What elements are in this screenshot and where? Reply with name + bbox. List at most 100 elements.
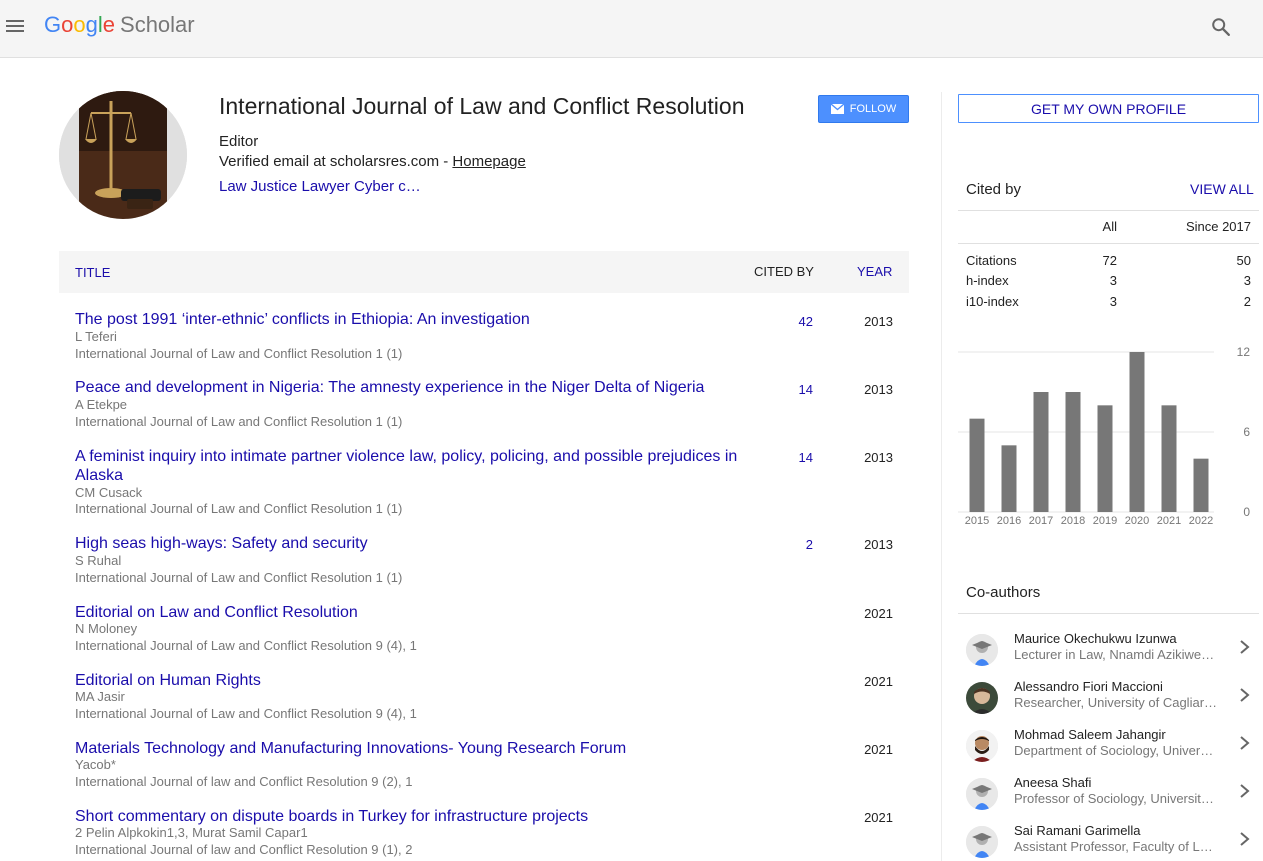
coauthor-name: Mohmad Saleem Jahangir <box>1014 727 1166 742</box>
table-row: Peace and development in Nigeria: The am… <box>59 378 909 438</box>
research-interests-link[interactable]: Law Justice Lawyer Cyber c… <box>219 178 421 195</box>
chart-bar-2022[interactable] <box>1193 458 1209 512</box>
article-title-link[interactable]: Short commentary on dispute boards in Tu… <box>75 807 755 826</box>
article-year: 2013 <box>864 537 893 552</box>
coauthor-item[interactable]: Mohmad Saleem Jahangir Department of Soc… <box>958 725 1259 771</box>
article-venue: International Journal of Law and Conflic… <box>75 501 403 516</box>
coauthor-affiliation: Lecturer in Law, Nnamdi Azikiwe… <box>1014 647 1215 662</box>
chart-bar-2017[interactable] <box>1033 392 1049 512</box>
top-bar: Google Scholar <box>0 0 1263 58</box>
envelope-icon <box>830 104 844 114</box>
article-authors: A Etekpe <box>75 397 128 412</box>
get-my-own-profile-button[interactable]: GET MY OWN PROFILE <box>958 94 1259 123</box>
logo-letter: G <box>44 12 62 37</box>
divider <box>958 210 1259 211</box>
search-icon[interactable] <box>1210 16 1232 38</box>
article-authors: L Teferi <box>75 329 117 344</box>
follow-button[interactable]: FOLLOW <box>818 95 909 123</box>
article-authors: MA Jasir <box>75 689 125 704</box>
article-title-link[interactable]: The post 1991 ‘inter-ethnic’ conflicts i… <box>75 310 755 329</box>
sort-by-title[interactable]: TITLE <box>75 265 110 280</box>
chart-bar-2016[interactable] <box>1001 445 1017 512</box>
article-year: 2021 <box>864 606 893 621</box>
table-row: High seas high-ways: Safety and security… <box>59 534 909 594</box>
coauthor-item[interactable]: Alessandro Fiori Maccioni Researcher, Un… <box>958 677 1259 723</box>
profile-avatar <box>59 91 187 219</box>
sort-by-cited[interactable]: CITED BY <box>754 264 814 279</box>
photo-avatar-icon <box>966 682 998 714</box>
article-title-link[interactable]: High seas high-ways: Safety and security <box>75 534 755 553</box>
article-venue: International Journal of Law and Conflic… <box>75 706 417 721</box>
profile-name: International Journal of Law and Conflic… <box>219 93 745 119</box>
article-venue: International Journal of Law and Conflic… <box>75 570 403 585</box>
chart-bar-2020[interactable] <box>1129 352 1145 512</box>
stat-all: 3 <box>1109 273 1117 288</box>
coauthor-name: Alessandro Fiori Maccioni <box>1014 679 1163 694</box>
chevron-right-icon <box>1240 688 1250 702</box>
hamburger-menu-icon[interactable] <box>6 17 26 35</box>
article-title-link[interactable]: Materials Technology and Manufacturing I… <box>75 739 755 758</box>
logo-letter: o <box>73 12 86 37</box>
table-row: The post 1991 ‘inter-ethnic’ conflicts i… <box>59 310 909 370</box>
coauthor-item[interactable]: Maurice Okechukwu Izunwa Lecturer in Law… <box>958 629 1259 675</box>
cited-by-count[interactable]: 2 <box>759 537 813 552</box>
coauthor-name: Sai Ramani Garimella <box>1014 823 1141 838</box>
stat-label: i10-index <box>966 294 1019 309</box>
stat-label: Citations <box>966 253 1017 268</box>
cited-by-heading: Cited by <box>966 181 1022 198</box>
coauthor-affiliation: Professor of Sociology, Universit… <box>1014 791 1214 806</box>
article-title-link[interactable]: A feminist inquiry into intimate partner… <box>75 447 755 485</box>
article-year: 2021 <box>864 810 893 825</box>
verified-email-text: Verified email at scholarsres.com - <box>219 153 453 170</box>
x-tick-label: 2019 <box>1093 515 1117 527</box>
chevron-right-icon <box>1240 736 1250 750</box>
article-venue: International Journal of law and Conflic… <box>75 842 413 857</box>
cited-by-count[interactable]: 42 <box>759 314 813 329</box>
article-year: 2013 <box>864 314 893 329</box>
coauthor-name: Maurice Okechukwu Izunwa <box>1014 631 1177 646</box>
table-row: Editorial on Law and Conflict Resolution… <box>59 603 909 663</box>
article-authors: S Ruhal <box>75 553 122 568</box>
article-title-link[interactable]: Editorial on Human Rights <box>75 671 755 690</box>
x-tick-label: 2016 <box>997 515 1021 527</box>
article-venue: International Journal of Law and Conflic… <box>75 346 403 361</box>
coauthor-item[interactable]: Aneesa Shafi Professor of Sociology, Uni… <box>958 773 1259 819</box>
x-tick-label: 2020 <box>1125 515 1149 527</box>
default-avatar-icon <box>966 778 998 810</box>
cited-by-count[interactable]: 14 <box>759 450 813 465</box>
x-tick-label: 2017 <box>1029 515 1053 527</box>
articles-table-header: TITLE CITED BY YEAR <box>59 251 909 293</box>
stat-since: 50 <box>1236 253 1251 268</box>
chart-bar-2019[interactable] <box>1097 405 1113 512</box>
table-row: Materials Technology and Manufacturing I… <box>59 739 909 799</box>
article-title-link[interactable]: Peace and development in Nigeria: The am… <box>75 378 755 397</box>
logo-letter: e <box>102 12 116 37</box>
article-venue: International Journal of Law and Conflic… <box>75 414 403 429</box>
google-scholar-logo[interactable]: Google Scholar <box>44 12 195 38</box>
verified-email: Verified email at scholarsres.com - Home… <box>219 153 526 170</box>
follow-label: FOLLOW <box>849 103 897 115</box>
coauthor-affiliation: Assistant Professor, Faculty of L… <box>1014 839 1213 854</box>
article-authors: N Moloney <box>75 621 138 636</box>
x-tick-label: 2022 <box>1189 515 1213 527</box>
article-year: 2013 <box>864 450 893 465</box>
article-authors: CM Cusack <box>75 485 143 500</box>
coauthor-item[interactable]: Sai Ramani Garimella Assistant Professor… <box>958 821 1259 861</box>
chart-bar-2015[interactable] <box>969 418 985 512</box>
chart-bar-2021[interactable] <box>1161 405 1177 512</box>
cited-by-count[interactable]: 14 <box>759 382 813 397</box>
citations-per-year-chart: 0 6 12 2015 2016 2017 2018 2019 2020 2021 2022 <box>958 345 1250 527</box>
chart-bar-2018[interactable] <box>1065 392 1081 512</box>
coauthors-heading: Co-authors <box>966 584 1041 601</box>
article-title-link[interactable]: Editorial on Law and Conflict Resolution <box>75 603 755 622</box>
article-authors: 2 Pelin Alpkokin1,3, Murat Samil Capar1 <box>75 825 308 840</box>
table-row: A feminist inquiry into intimate partner… <box>59 447 909 519</box>
sort-by-year[interactable]: YEAR <box>857 264 892 279</box>
stat-since: 2 <box>1243 294 1251 309</box>
photo-avatar-icon <box>966 730 998 762</box>
view-all-link[interactable]: VIEW ALL <box>1190 181 1254 197</box>
homepage-link[interactable]: Homepage <box>452 153 525 170</box>
x-tick-label: 2018 <box>1061 515 1085 527</box>
stat-since: 3 <box>1243 273 1251 288</box>
article-venue: International Journal of law and Conflic… <box>75 774 413 789</box>
